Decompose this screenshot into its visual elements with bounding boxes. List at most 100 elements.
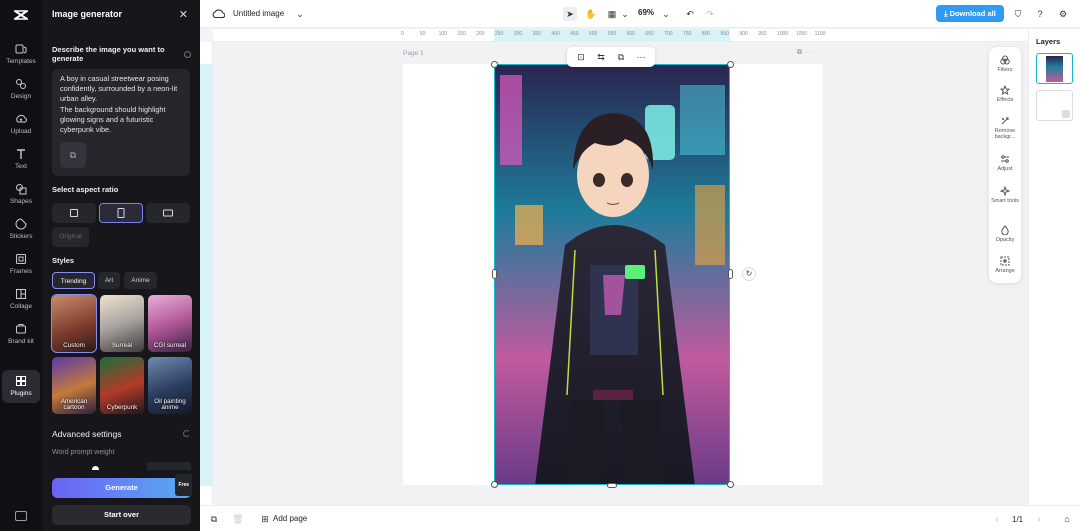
select-tool-icon[interactable]: ➤	[563, 7, 577, 21]
weight-slider-thumb[interactable]	[92, 466, 99, 470]
chevron-down-icon[interactable]: ⌄	[618, 7, 632, 21]
tool-adjust[interactable]: Adjust	[989, 154, 1021, 172]
design-icon	[16, 79, 26, 89]
sidebar-item-collage[interactable]: Collage	[2, 288, 40, 310]
ratio-landscape-button[interactable]	[146, 203, 190, 223]
cloud-save-icon[interactable]	[212, 8, 225, 19]
ratio-portrait-button[interactable]	[99, 203, 143, 223]
close-icon[interactable]: ✕	[179, 8, 188, 21]
sidebar-item-design[interactable]: Design	[2, 78, 40, 100]
sidebar-item-label: Templates	[6, 58, 36, 65]
layer-image-preview	[1046, 56, 1063, 82]
style-card-cgi-surreal[interactable]: CGI surreal	[148, 295, 192, 352]
style-card-oil-painting-anime[interactable]: Oil painting anime	[148, 357, 192, 414]
trash-icon[interactable]: 🗑	[231, 512, 245, 526]
crop-icon[interactable]: ⊡	[575, 51, 587, 63]
tab-art[interactable]: Art	[98, 272, 120, 289]
previous-page-icon[interactable]: ‹	[990, 512, 1004, 526]
more-options-icon[interactable]: ⋯	[635, 51, 647, 63]
add-reference-image-icon[interactable]: ⧉	[60, 142, 86, 168]
style-card-american-cartoon[interactable]: American cartoon	[52, 357, 96, 414]
add-page-button[interactable]: Add page	[273, 514, 307, 523]
tool-label: Remove backgr...	[994, 128, 1016, 141]
document-title[interactable]: Untitled image	[233, 9, 284, 18]
smart-tools-icon	[1000, 186, 1010, 196]
square-ratio-icon	[70, 209, 78, 217]
tool-arrange[interactable]: Arrange	[989, 256, 1021, 274]
chevron-down-icon[interactable]: ⌄	[659, 7, 673, 21]
resize-handle-bottom-right[interactable]	[727, 481, 734, 488]
resize-handle-left[interactable]	[492, 269, 497, 279]
sidebar-item-stickers[interactable]: Stickers	[2, 218, 40, 240]
redo-icon[interactable]: ↷	[703, 7, 717, 21]
plugins-icon	[16, 376, 26, 386]
sidebar-item-text[interactable]: Text	[2, 148, 40, 170]
duplicate-icon[interactable]: ⧉	[615, 51, 627, 63]
help-icon[interactable]: ?	[1033, 7, 1047, 21]
chevron-down-icon[interactable]: ⌄	[293, 7, 307, 21]
add-page-icon[interactable]: ⊞	[258, 512, 272, 526]
sidebar-item-brand-kit[interactable]: Brand kit	[2, 323, 40, 345]
tab-anime[interactable]: Anime	[124, 272, 157, 289]
style-card-surreal[interactable]: Surreal	[100, 295, 144, 352]
resize-handle-bottom-left[interactable]	[491, 481, 498, 488]
sidebar-item-upload[interactable]: Upload	[2, 113, 40, 135]
resize-handle-top-left[interactable]	[491, 61, 498, 68]
generated-image[interactable]	[494, 64, 730, 485]
reset-icon[interactable]	[183, 430, 190, 437]
download-all-button[interactable]: ⤓ Download all	[936, 5, 1004, 22]
pages-icon[interactable]: ⧉	[207, 512, 221, 526]
next-page-icon[interactable]: ›	[1032, 512, 1046, 526]
replace-icon[interactable]: ⇆	[595, 51, 607, 63]
toggle-panel-icon[interactable]: ⌂	[1060, 512, 1074, 526]
capcut-logo[interactable]	[12, 6, 30, 24]
weight-value-field[interactable]	[147, 462, 191, 470]
sidebar-item-label: Shapes	[9, 198, 33, 205]
page-options-icon[interactable]: ⧉ ⋯	[797, 49, 813, 57]
aspect-ratio-label: Select aspect ratio	[52, 185, 119, 194]
tool-filters[interactable]: Filters	[989, 55, 1021, 73]
adjust-icon	[1001, 155, 1009, 163]
tool-label: Effects	[996, 97, 1014, 103]
word-weight-label: Word prompt weight	[52, 449, 115, 456]
layer-thumbnail-image[interactable]	[1036, 53, 1073, 84]
canvas-area[interactable]: Page 1 ⧉ ⋯ ⊡ ⇆ ⧉ ⋯ ↻	[214, 43, 1028, 504]
resize-handle-bottom[interactable]	[607, 483, 617, 488]
shield-icon[interactable]: ⛉	[1011, 7, 1025, 21]
prompt-text: A boy in casual streetwear posing confid…	[60, 74, 178, 135]
ratio-square-button[interactable]	[52, 203, 96, 223]
keyboard-icon[interactable]	[15, 511, 27, 521]
background-layer-icon	[1062, 110, 1070, 118]
gear-icon[interactable]: ⚙	[1056, 7, 1070, 21]
style-card-custom[interactable]: Custom	[51, 294, 97, 353]
layout-icon[interactable]: ▦	[605, 7, 619, 21]
generated-image-art	[495, 65, 729, 484]
ratio-original-button[interactable]: Original	[52, 227, 89, 247]
generate-button[interactable]: Generate Free	[52, 474, 192, 498]
ruler-tick-label: 300	[513, 31, 523, 37]
hand-tool-icon[interactable]: ✋	[584, 7, 598, 21]
tool-smart-tools[interactable]: Smart tools	[989, 186, 1021, 204]
start-over-button[interactable]: Start over	[52, 505, 191, 525]
undo-icon[interactable]: ↶	[683, 7, 697, 21]
sidebar-item-label: Collage	[9, 303, 33, 310]
zoom-level[interactable]: 69%	[638, 8, 654, 17]
tool-opacity[interactable]: Opacity	[989, 225, 1021, 243]
tool-effects[interactable]: Effects	[989, 85, 1021, 103]
prompt-input[interactable]: A boy in casual streetwear posing confid…	[52, 69, 190, 176]
style-card-label: Surreal	[111, 342, 133, 350]
sidebar-item-shapes[interactable]: Shapes	[2, 183, 40, 205]
sidebar-item-plugins[interactable]: Plugins	[2, 370, 40, 403]
advanced-settings-label[interactable]: Advanced settings	[52, 429, 121, 439]
style-card-cyberpunk[interactable]: Cyberpunk	[100, 357, 144, 414]
resize-handle-top-right[interactable]	[727, 61, 734, 68]
layer-thumbnail-background[interactable]	[1036, 90, 1073, 121]
image-floating-toolbar: ⊡ ⇆ ⧉ ⋯	[567, 47, 655, 67]
rotate-icon[interactable]: ↻	[742, 267, 756, 281]
sidebar-item-frames[interactable]: Frames	[2, 253, 40, 275]
info-icon[interactable]	[184, 51, 191, 58]
sidebar-item-templates[interactable]: Templates	[2, 43, 40, 65]
resize-handle-right[interactable]	[728, 269, 733, 279]
tool-remove-background[interactable]: Remove backgr...	[989, 116, 1021, 140]
tab-trending[interactable]: Trending	[52, 272, 95, 289]
